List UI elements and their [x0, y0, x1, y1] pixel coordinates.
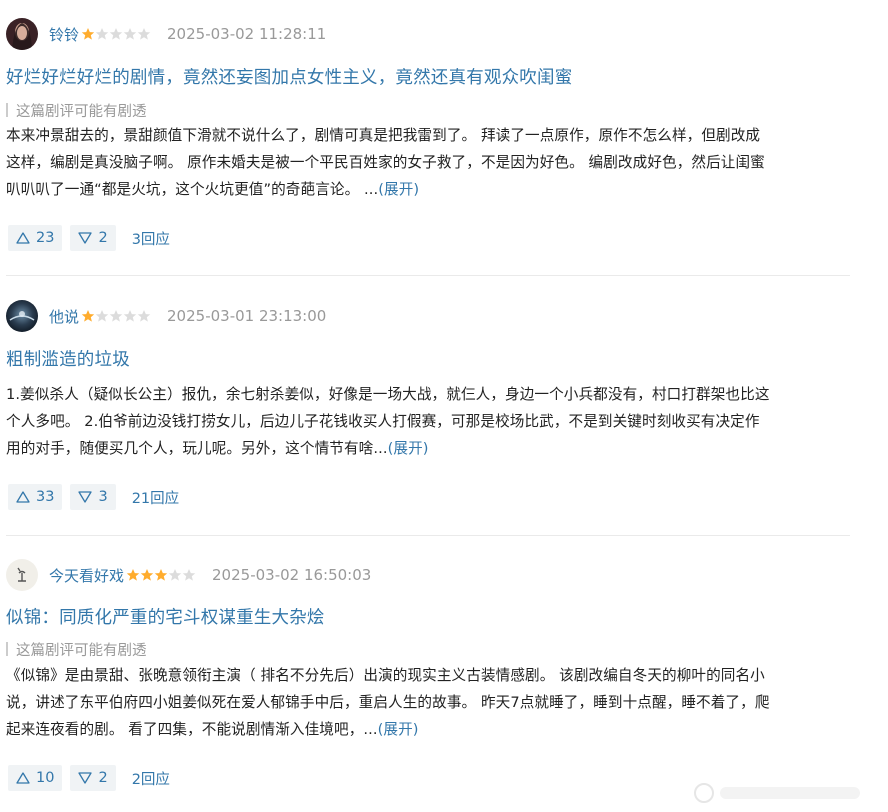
review-divider: [6, 535, 850, 536]
replies-link[interactable]: 21回应: [132, 487, 179, 508]
star-empty-icon: [182, 568, 196, 582]
useless-button[interactable]: 3: [70, 484, 116, 510]
review-actions: 23 2 3回应: [8, 225, 170, 251]
review-title[interactable]: 似锦：同质化严重的宅斗权谋重生大杂烩: [6, 604, 325, 629]
spoiler-bar: [6, 642, 8, 656]
review-body-text: 叭叭叭了一通“都是火坑，这个火坑更值”的奇葩言论。 ...: [6, 181, 379, 198]
expand-link[interactable]: (展开): [388, 440, 429, 457]
review-body-line: 1.姜似杀人（疑似长公主）报仇，余七射杀姜似，好像是一场大战，就仨人，身边一个小…: [6, 386, 770, 403]
useless-count: 2: [98, 230, 108, 246]
review-header: 铃铃 2025-03-02 11:28:11: [6, 18, 326, 50]
review-body-line: 用的对手，随便买几个人，玩儿呢。另外，这个情节有啥...(展开): [6, 435, 854, 462]
star-filled-icon: [154, 568, 168, 582]
star-empty-icon: [95, 27, 109, 41]
spoiler-warning: 这篇剧评可能有剧透: [6, 640, 147, 659]
review-body: 1.姜似杀人（疑似长公主）报仇，余七射杀姜似，好像是一场大战，就仨人，身边一个小…: [6, 381, 854, 462]
useful-count: 10: [36, 770, 55, 786]
rating-stars: [81, 309, 151, 323]
spoiler-warning: 这篇剧评可能有剧透: [6, 101, 147, 120]
rating-stars: [126, 568, 196, 582]
useless-count: 2: [98, 770, 108, 786]
thumb-down-triangle-icon: [78, 490, 93, 504]
thumb-up-triangle-icon: [16, 231, 30, 245]
review-body: 《似锦》是由景甜、张晚意领衔主演（ 排名不分先后）出演的现实主义古装情感剧。 该…: [6, 662, 854, 743]
star-empty-icon: [123, 27, 137, 41]
useful-count: 33: [36, 489, 55, 505]
star-empty-icon: [123, 309, 137, 323]
useless-button[interactable]: 2: [70, 225, 116, 251]
star-empty-icon: [137, 309, 151, 323]
spoiler-bar: [6, 103, 8, 117]
review-divider: [6, 275, 850, 276]
review-body-line: 本来冲景甜去的，景甜颜值下滑就不说什么了，剧情可真是把我雷到了。 拜读了一点原作…: [6, 127, 761, 144]
star-empty-icon: [168, 568, 182, 582]
star-empty-icon: [137, 27, 151, 41]
star-empty-icon: [95, 309, 109, 323]
star-filled-icon: [140, 568, 154, 582]
review-date: 2025-03-02 11:28:11: [167, 25, 327, 43]
thumb-down-triangle-icon: [78, 231, 93, 245]
review-body-line: 《似锦》是由景甜、张晚意领衔主演（ 排名不分先后）出演的现实主义古装情感剧。 该…: [6, 667, 765, 684]
review-body-text: 起来连夜看的剧。 看了四集，不能说剧情渐入佳境吧，...: [6, 721, 378, 738]
author-name[interactable]: 今天看好戏: [49, 565, 124, 586]
star-empty-icon: [109, 27, 123, 41]
replies-link[interactable]: 2回应: [132, 768, 170, 789]
review-actions: 33 3 21回应: [8, 484, 179, 510]
star-empty-icon: [109, 309, 123, 323]
review-title[interactable]: 好烂好烂好烂的剧情，竟然还妄图加点女性主义，竟然还真有观众吹闺蜜: [6, 64, 572, 89]
rating-stars: [81, 27, 151, 41]
expand-link[interactable]: (展开): [378, 181, 419, 198]
spoiler-text: 这篇剧评可能有剧透: [16, 642, 147, 659]
star-filled-icon: [81, 27, 95, 41]
avatar[interactable]: [6, 18, 38, 50]
useless-count: 3: [98, 489, 108, 505]
review-body-line: 起来连夜看的剧。 看了四集，不能说剧情渐入佳境吧，...(展开): [6, 716, 854, 743]
review-actions: 10 2 2回应: [8, 765, 170, 791]
review-header: 他说 2025-03-01 23:13:00: [6, 300, 326, 332]
useless-button[interactable]: 2: [70, 765, 116, 791]
watermark-logo: [692, 782, 872, 804]
thumb-up-triangle-icon: [16, 771, 30, 785]
star-filled-icon: [81, 309, 95, 323]
review-body-line: 叭叭叭了一通“都是火坑，这个火坑更值”的奇葩言论。 ...(展开): [6, 176, 854, 203]
replies-link[interactable]: 3回应: [132, 228, 170, 249]
review-body-line: 说，讲述了东平伯府四小姐姜似死在爱人郁锦手中后，重启人生的故事。 昨天7点就睡了…: [6, 694, 770, 711]
spoiler-text: 这篇剧评可能有剧透: [16, 103, 147, 120]
review-title[interactable]: 粗制滥造的垃圾: [6, 346, 130, 371]
useful-button[interactable]: 23: [8, 225, 63, 251]
review-body-text: 用的对手，随便买几个人，玩儿呢。另外，这个情节有啥...: [6, 440, 388, 457]
review-date: 2025-03-01 23:13:00: [167, 307, 327, 325]
avatar[interactable]: [6, 300, 38, 332]
useful-button[interactable]: 10: [8, 765, 63, 791]
expand-link[interactable]: (展开): [378, 721, 419, 738]
useful-count: 23: [36, 230, 55, 246]
star-filled-icon: [126, 568, 140, 582]
review-date: 2025-03-02 16:50:03: [212, 566, 372, 584]
thumb-down-triangle-icon: [78, 771, 93, 785]
thumb-up-triangle-icon: [16, 490, 30, 504]
author-name[interactable]: 铃铃: [49, 24, 79, 45]
author-name[interactable]: 他说: [49, 306, 79, 327]
review-body: 本来冲景甜去的，景甜颜值下滑就不说什么了，剧情可真是把我雷到了。 拜读了一点原作…: [6, 122, 854, 203]
review-body-line: 这样，编剧是真没脑子啊。 原作未婚夫是被一个平民百姓家的女子救了，不是因为好色。…: [6, 154, 765, 171]
useful-button[interactable]: 33: [8, 484, 63, 510]
review-header: 今天看好戏 2025-03-02 16:50:03: [6, 559, 371, 591]
review-body-line: 个人多吧。 2.伯爷前边没钱打捞女儿，后边儿子花钱收买人打假赛，可那是校场比武，…: [6, 413, 760, 430]
avatar[interactable]: [6, 559, 38, 591]
